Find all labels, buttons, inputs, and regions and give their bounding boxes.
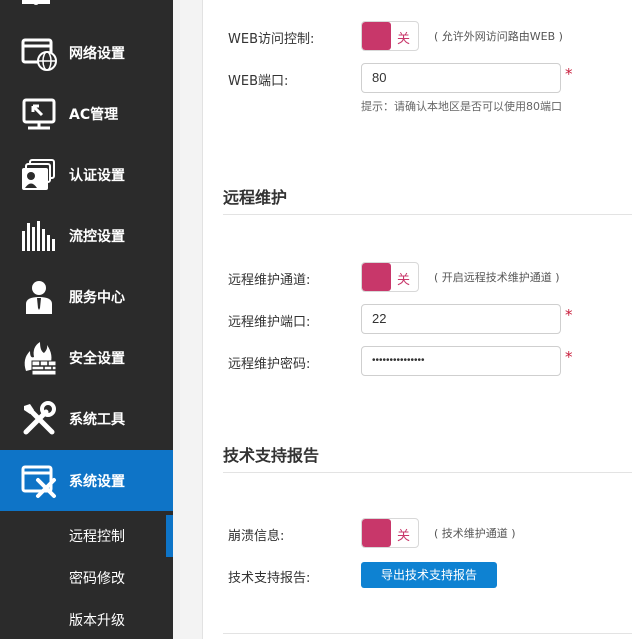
- sidebar-subitem-remote-control[interactable]: 远程控制: [0, 515, 173, 557]
- sidebar-item-security[interactable]: 安全设置: [0, 327, 173, 388]
- sidebar-subitem-label: 密码修改: [69, 571, 125, 587]
- tools-icon: [23, 400, 56, 434]
- sidebar-item-label: 安全设置: [69, 350, 125, 367]
- remote-password-label: 远程维护密码:: [228, 357, 311, 372]
- remote-channel-label: 远程维护通道:: [228, 273, 311, 288]
- remote-password-input[interactable]: •••••••••••••••: [361, 346, 561, 376]
- sidebar-item-label: AC管理: [69, 106, 119, 123]
- auth-card-icon: [22, 158, 55, 190]
- crash-info-label: 崩溃信息:: [228, 529, 285, 544]
- toggle-knob: [362, 519, 391, 547]
- sidebar-item-label: 服务中心: [69, 289, 125, 306]
- sidebar-item-ac[interactable]: AC管理: [0, 83, 173, 144]
- remote-channel-hint: ( 开启远程技术维护通道 ): [434, 271, 560, 284]
- sidebar-subitem-label: 远程控制: [69, 529, 125, 545]
- sidebar-item-traffic[interactable]: 流控设置: [0, 205, 173, 266]
- toggle-state: 关: [397, 273, 411, 288]
- remote-port-input[interactable]: 22: [361, 304, 561, 334]
- sidebar-item-service[interactable]: 服务中心: [0, 266, 173, 327]
- sidebar-item-tools[interactable]: 系统工具: [0, 388, 173, 449]
- section-divider: [223, 214, 632, 215]
- section-divider: [223, 633, 632, 634]
- toggle-state: 关: [397, 32, 411, 47]
- remote-channel-toggle[interactable]: 关: [361, 262, 419, 292]
- sidebar: 网络设置 AC管理 认证设置 流控设置 服务中心 安全设置 系统工具 系统设置 …: [0, 0, 173, 639]
- sidebar-item-system-settings[interactable]: 系统设置: [0, 450, 173, 511]
- web-port-tip: 提示：请确认本地区是否可以使用80端口: [361, 100, 562, 113]
- sidebar-item-auth[interactable]: 认证设置: [0, 144, 173, 205]
- sidebar-gutter: [173, 0, 203, 639]
- remote-port-row: 远程维护端口: 22 *: [204, 304, 632, 336]
- section-title-support: 技术支持报告: [223, 446, 320, 465]
- traffic-bars-icon: [22, 220, 55, 251]
- sidebar-item-label: 认证设置: [69, 167, 125, 184]
- toggle-knob: [362, 22, 391, 50]
- support-report-label: 技术支持报告:: [228, 571, 311, 586]
- sidebar-item-label: 网络设置: [69, 45, 125, 62]
- sidebar-item-label: 系统设置: [69, 473, 125, 490]
- web-access-row: WEB访问控制: 关 ( 允许外网访问路由WEB ): [204, 21, 632, 53]
- remote-channel-row: 远程维护通道: 关 ( 开启远程技术维护通道 ): [204, 262, 632, 294]
- firewall-icon: [24, 341, 57, 375]
- required-mark: *: [565, 306, 573, 324]
- partial-icon: [22, 0, 50, 5]
- ac-monitor-icon: [22, 98, 56, 129]
- remote-password-row: 远程维护密码: ••••••••••••••• *: [204, 346, 632, 378]
- crash-info-hint: ( 技术维护通道 ): [434, 527, 516, 540]
- web-port-label: WEB端口:: [228, 74, 289, 89]
- sidebar-subitem-password[interactable]: 密码修改: [0, 557, 173, 599]
- web-access-hint: ( 允许外网访问路由WEB ): [434, 30, 563, 43]
- main-content: WEB访问控制: 关 ( 允许外网访问路由WEB ) WEB端口: 80 * 提…: [204, 0, 632, 639]
- sidebar-item-label: 系统工具: [69, 411, 125, 428]
- web-port-input[interactable]: 80: [361, 63, 561, 93]
- system-settings-icon: [21, 465, 56, 498]
- section-divider: [223, 472, 632, 473]
- crash-info-row: 崩溃信息: 关 ( 技术维护通道 ): [204, 518, 632, 550]
- support-report-row: 技术支持报告: 导出技术支持报告: [204, 562, 632, 594]
- web-access-toggle[interactable]: 关: [361, 21, 419, 51]
- sidebar-subitem-label: 版本升级: [69, 613, 125, 629]
- sidebar-item-label: 流控设置: [69, 228, 125, 245]
- sidebar-subitem-upgrade[interactable]: 版本升级: [0, 599, 173, 639]
- sidebar-item-network[interactable]: 网络设置: [0, 22, 173, 83]
- required-mark: *: [565, 65, 573, 83]
- web-port-row: WEB端口: 80 *: [204, 63, 632, 95]
- crash-info-toggle[interactable]: 关: [361, 518, 419, 548]
- section-title-remote: 远程维护: [223, 188, 288, 207]
- toggle-knob: [362, 263, 391, 291]
- toggle-state: 关: [397, 529, 411, 544]
- network-globe-icon: [21, 38, 57, 71]
- web-access-label: WEB访问控制:: [228, 32, 315, 47]
- remote-port-label: 远程维护端口:: [228, 315, 311, 330]
- export-report-button[interactable]: 导出技术支持报告: [361, 562, 497, 588]
- service-person-icon: [26, 280, 52, 314]
- required-mark: *: [565, 348, 573, 366]
